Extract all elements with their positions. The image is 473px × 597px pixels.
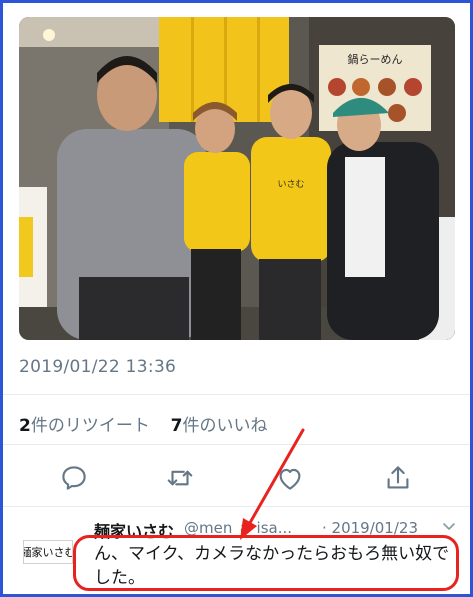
reply-menu-button[interactable] — [441, 518, 457, 534]
retweet-label: 件のリツイート — [30, 416, 150, 436]
like-count: 7 — [170, 416, 183, 436]
divider — [3, 394, 470, 395]
divider — [3, 444, 470, 445]
reply-button[interactable] — [59, 463, 89, 493]
tweet-stats: 2件のリツイート 7件のいいね — [19, 411, 268, 436]
reply-icon — [62, 466, 86, 490]
shirt-print-text: いさむ — [277, 179, 304, 190]
reply-avatar[interactable]: 麺家いさむ — [23, 540, 73, 564]
like-label: 件のいいね — [182, 416, 268, 436]
tweet-timestamp[interactable]: 2019/01/22 13:36 — [19, 357, 176, 377]
retweet-button[interactable] — [165, 463, 195, 493]
chevron-down-icon — [443, 523, 455, 530]
annotation-highlight-box — [73, 535, 459, 591]
divider — [3, 506, 470, 507]
like-stat[interactable]: 7件のいいね — [171, 416, 268, 436]
avatar-logo-text: 麺家いさむ — [23, 546, 73, 559]
retweet-count: 2 — [19, 416, 31, 436]
menu-sign-text: 鍋らーめん — [348, 52, 403, 66]
tweet-action-bar — [0, 457, 473, 497]
tweet-photo[interactable]: 鍋らーめん いさむ — [19, 17, 455, 340]
like-icon — [279, 468, 301, 490]
share-icon — [387, 466, 409, 489]
retweet-icon — [167, 470, 193, 486]
share-button[interactable] — [383, 463, 413, 493]
like-button[interactable] — [275, 463, 305, 493]
retweet-stat[interactable]: 2件のリツイート — [19, 416, 150, 436]
photo-illustration: 鍋らーめん いさむ — [19, 17, 455, 340]
